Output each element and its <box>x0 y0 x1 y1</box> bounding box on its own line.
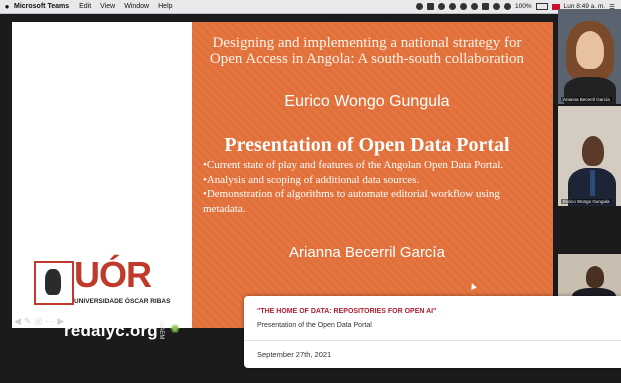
caption-card: "THE HOME OF DATA: REPOSITORIES FOR OPEN… <box>244 296 621 368</box>
uor-logo: UÓR UNIVERSIDADE ÓSCAR RIBAS <box>30 240 180 310</box>
bullet-item: •Current state of play and features of t… <box>203 159 504 171</box>
uaem-mark: UAEM <box>158 322 164 340</box>
bluetooth-icon[interactable] <box>470 3 478 10</box>
menu-view[interactable]: View <box>100 3 115 10</box>
slide-heading: Presentation of Open Data Portal <box>224 134 510 156</box>
search-icon[interactable] <box>448 3 456 10</box>
caption-date: September 27th, 2021 <box>257 350 332 359</box>
options-icon[interactable]: ⋯ <box>45 316 54 327</box>
slide-presenter: Arianna Becerril García <box>289 244 445 261</box>
participant-name: Eurico Wongo Gungula <box>561 199 612 204</box>
screen-record-icon[interactable] <box>437 3 445 10</box>
uor-logo-text: UÓR <box>74 254 152 295</box>
participant-video-2[interactable]: Eurico Wongo Gungula <box>558 106 621 206</box>
volume-icon[interactable] <box>492 3 500 10</box>
pen-icon[interactable]: ✎ <box>24 316 32 327</box>
menu-edit[interactable]: Edit <box>79 3 91 10</box>
prev-slide-icon[interactable]: ◀ <box>14 316 21 327</box>
slide-author: Eurico Wongo Gungula <box>284 93 450 110</box>
uor-logo-subtext: UNIVERSIDADE ÓSCAR RIBAS <box>74 298 171 305</box>
participant-face <box>576 31 604 69</box>
bullet-item: •Analysis and scoping of additional data… <box>203 173 420 186</box>
bullet-item: •Demonstration of algorithms to automate… <box>203 188 500 215</box>
participant-name: Arianna Becerril García <box>561 97 612 102</box>
participant-face <box>586 266 604 288</box>
participant-video-3[interactable] <box>558 254 621 300</box>
slide-title: Designing and implementing a national st… <box>209 35 525 67</box>
participant-face <box>582 136 604 166</box>
slide-nav-controls: ◀ ✎ ◎ ⋯ ▶ <box>14 316 64 327</box>
display-icon[interactable] <box>481 3 489 10</box>
menu-window[interactable]: Window <box>124 3 149 10</box>
redalyc-watermark: redalyc.org <box>64 321 158 340</box>
caption-divider <box>244 340 621 341</box>
zoom-icon[interactable]: ◎ <box>34 316 42 327</box>
battery-icon[interactable] <box>535 3 548 10</box>
uor-emblem-icon <box>34 261 74 305</box>
settings-icon[interactable] <box>459 3 467 10</box>
wifi-icon[interactable] <box>503 3 511 10</box>
menu-bar: ● Microsoft Teams Edit View Window Help … <box>0 0 621 14</box>
dropbox-icon[interactable] <box>426 3 434 10</box>
teams-status-icon[interactable] <box>415 3 423 10</box>
battery-percent: 100% <box>514 3 532 10</box>
slide-bullets: •Current state of play and features of t… <box>203 158 543 216</box>
apple-menu-icon[interactable]: ● <box>0 2 14 11</box>
participant-video-1[interactable]: Arianna Becerril García <box>558 9 621 104</box>
menu-help[interactable]: Help <box>158 3 172 10</box>
amelica-logo-icon: ✺ <box>170 322 181 336</box>
caption-title: "THE HOME OF DATA: REPOSITORIES FOR OPEN… <box>257 308 437 315</box>
caption-subtitle: Presentation of the Open Data Portal <box>257 322 372 329</box>
app-menu[interactable]: Microsoft Teams <box>14 3 69 10</box>
